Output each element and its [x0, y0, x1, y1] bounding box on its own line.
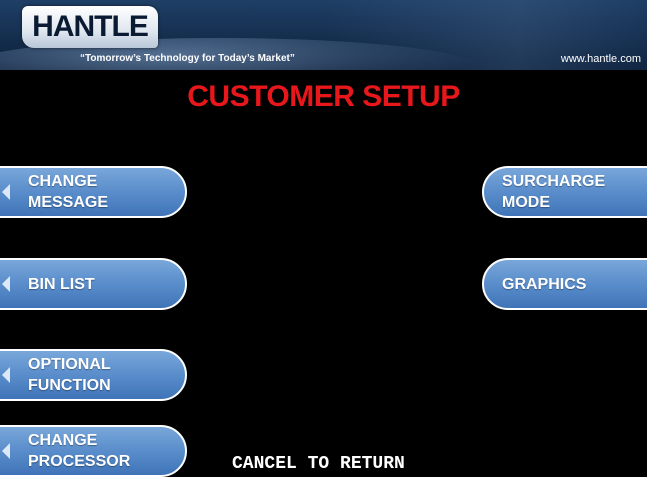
button-label: CHANGE MESSAGE	[28, 173, 109, 211]
change-message-button[interactable]: CHANGE MESSAGE	[0, 166, 187, 218]
button-label: BIN LIST	[28, 275, 95, 293]
logo-text: HANTLE	[32, 10, 149, 43]
button-label: SURCHARGE MODE	[502, 173, 606, 211]
graphics-button[interactable]: GRAPHICS	[482, 258, 647, 310]
change-processor-button[interactable]: CHANGE PROCESSOR	[0, 425, 187, 477]
key-indicator-icon	[2, 184, 10, 200]
key-indicator-icon	[2, 367, 10, 383]
cancel-instruction: CANCEL TO RETURN	[232, 454, 405, 474]
page-title: CUSTOMER SETUP	[187, 80, 460, 113]
button-label: CHANGE PROCESSOR	[28, 432, 131, 470]
header-banner: HANTLE “Tomorrow’s Technology for Today’…	[0, 0, 647, 70]
website-text: www.hantle.com	[560, 53, 641, 65]
key-indicator-icon	[2, 443, 10, 459]
hantle-logo: HANTLE	[22, 6, 158, 48]
key-indicator-icon	[2, 276, 10, 292]
slogan-text: “Tomorrow’s Technology for Today’s Marke…	[80, 53, 295, 64]
button-label: OPTIONAL FUNCTION	[28, 356, 111, 394]
optional-function-button[interactable]: OPTIONAL FUNCTION	[0, 349, 187, 401]
surcharge-mode-button[interactable]: SURCHARGE MODE	[482, 166, 647, 218]
button-label: GRAPHICS	[502, 275, 587, 293]
bin-list-button[interactable]: BIN LIST	[0, 258, 187, 310]
